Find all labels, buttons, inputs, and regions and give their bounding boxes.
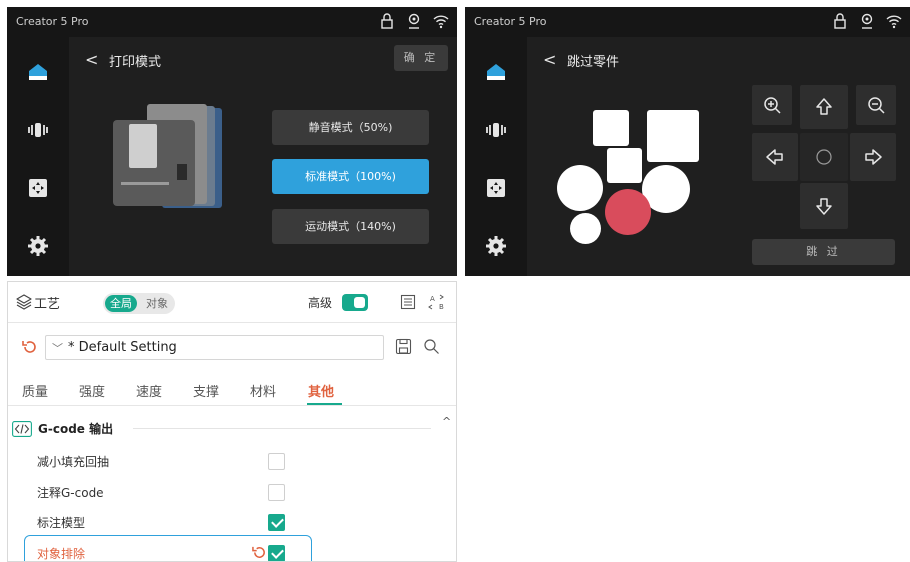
zoom-out-icon[interactable] [856, 85, 896, 125]
skip-button[interactable]: 跳 过 [752, 239, 895, 265]
section-divider [133, 428, 431, 429]
arrow-down-icon[interactable] [800, 183, 848, 229]
arrow-up-icon[interactable] [800, 85, 848, 129]
sidebar [7, 37, 69, 276]
brand-label: Creator 5 Pro [474, 15, 547, 28]
tab-material[interactable]: 材料 [250, 381, 276, 400]
quiet-mode-button[interactable]: 静音模式（50%) [272, 110, 429, 145]
sidebar [465, 37, 527, 276]
part-circle[interactable] [570, 213, 601, 244]
reset-icon[interactable] [22, 339, 38, 355]
part-square[interactable] [647, 110, 699, 162]
option-label: 减小填充回抽 [37, 455, 110, 469]
preset-name: * Default Setting [68, 340, 177, 355]
tab-quality[interactable]: 质量 [22, 381, 48, 400]
option-label: 标注模型 [37, 516, 86, 530]
vibration-icon[interactable] [25, 117, 51, 143]
option-label: 对象排除 [37, 547, 86, 561]
tab-support[interactable]: 支撑 [193, 381, 219, 400]
brand-label: Creator 5 Pro [16, 15, 89, 28]
home-icon[interactable] [483, 59, 509, 85]
part-square[interactable] [607, 148, 642, 183]
search-icon[interactable] [423, 338, 440, 355]
camera-icon [408, 13, 420, 29]
status-bar: Creator 5 Pro [465, 7, 910, 37]
option-label: 注释G-code [37, 486, 104, 500]
scope-global[interactable]: 全局 [105, 295, 137, 312]
page-title: 打印模式 [109, 55, 162, 70]
advanced-toggle[interactable] [342, 294, 368, 311]
preset-select[interactable]: ﹀ * Default Setting [45, 335, 384, 360]
printer-illustration [107, 102, 227, 214]
vibration-icon[interactable] [483, 117, 509, 143]
option-checkbox[interactable] [268, 453, 285, 470]
move-icon[interactable] [483, 175, 509, 201]
tab-strength[interactable]: 强度 [79, 381, 105, 400]
move-icon[interactable] [25, 175, 51, 201]
sport-mode-button[interactable]: 运动模式（140%) [272, 209, 429, 244]
option-checkbox[interactable] [268, 545, 285, 561]
compare-icon[interactable]: AB [428, 292, 448, 312]
part-square[interactable] [593, 110, 629, 146]
wifi-icon [886, 15, 902, 29]
back-button[interactable]: < [543, 50, 556, 69]
standard-mode-button[interactable]: 标准模式（100%) [272, 159, 429, 194]
settings-icon[interactable] [483, 233, 509, 259]
process-header: 工艺 全局 对象 高级 AB [8, 282, 456, 322]
part-circle-selected[interactable] [605, 189, 651, 235]
tab-other[interactable]: 其他 [308, 381, 334, 400]
list-icon[interactable] [400, 294, 416, 310]
camera-icon [861, 13, 873, 29]
lock-icon [381, 13, 393, 29]
arrow-left-icon[interactable] [752, 133, 798, 181]
settings-icon[interactable] [25, 233, 51, 259]
option-checkbox[interactable] [268, 484, 285, 501]
process-settings-panel: 工艺 全局 对象 高级 AB ﹀ * Default Setting 质量 强度… [7, 281, 457, 562]
status-bar: Creator 5 Pro [7, 7, 457, 37]
save-icon[interactable] [395, 338, 412, 355]
reset-icon[interactable] [252, 545, 267, 560]
page-title: 跳过零件 [567, 55, 620, 70]
scope-object[interactable]: 对象 [141, 295, 173, 312]
lock-icon [834, 13, 846, 29]
code-icon [12, 421, 32, 437]
confirm-button[interactable]: 确 定 [394, 45, 448, 71]
back-button[interactable]: < [85, 50, 98, 69]
divider [8, 405, 456, 406]
center-icon[interactable] [800, 133, 848, 181]
part-circle[interactable] [557, 165, 603, 211]
print-mode-screen: Creator 5 Pro < 打印模式 确 定 静音模式（50%) 标准模式（… [7, 7, 457, 276]
skip-parts-screen: Creator 5 Pro < 跳过零件 跳 过 [465, 7, 910, 276]
option-checkbox[interactable] [268, 514, 285, 531]
svg-text:A: A [430, 295, 435, 303]
section-title: G-code 输出 [38, 422, 114, 436]
divider [8, 322, 456, 323]
process-title: 工艺 [34, 297, 61, 312]
scroll-up-icon[interactable]: ^ [442, 415, 451, 428]
arrow-right-icon[interactable] [850, 133, 896, 181]
advanced-label: 高级 [308, 296, 333, 310]
home-icon[interactable] [25, 59, 51, 85]
scope-toggle[interactable]: 全局 对象 [103, 293, 175, 314]
layers-icon [16, 294, 32, 310]
zoom-in-icon[interactable] [752, 85, 792, 125]
tab-speed[interactable]: 速度 [136, 381, 162, 400]
chevron-down-icon: ﹀ [52, 342, 63, 355]
wifi-icon [433, 15, 449, 29]
svg-text:B: B [439, 303, 444, 311]
